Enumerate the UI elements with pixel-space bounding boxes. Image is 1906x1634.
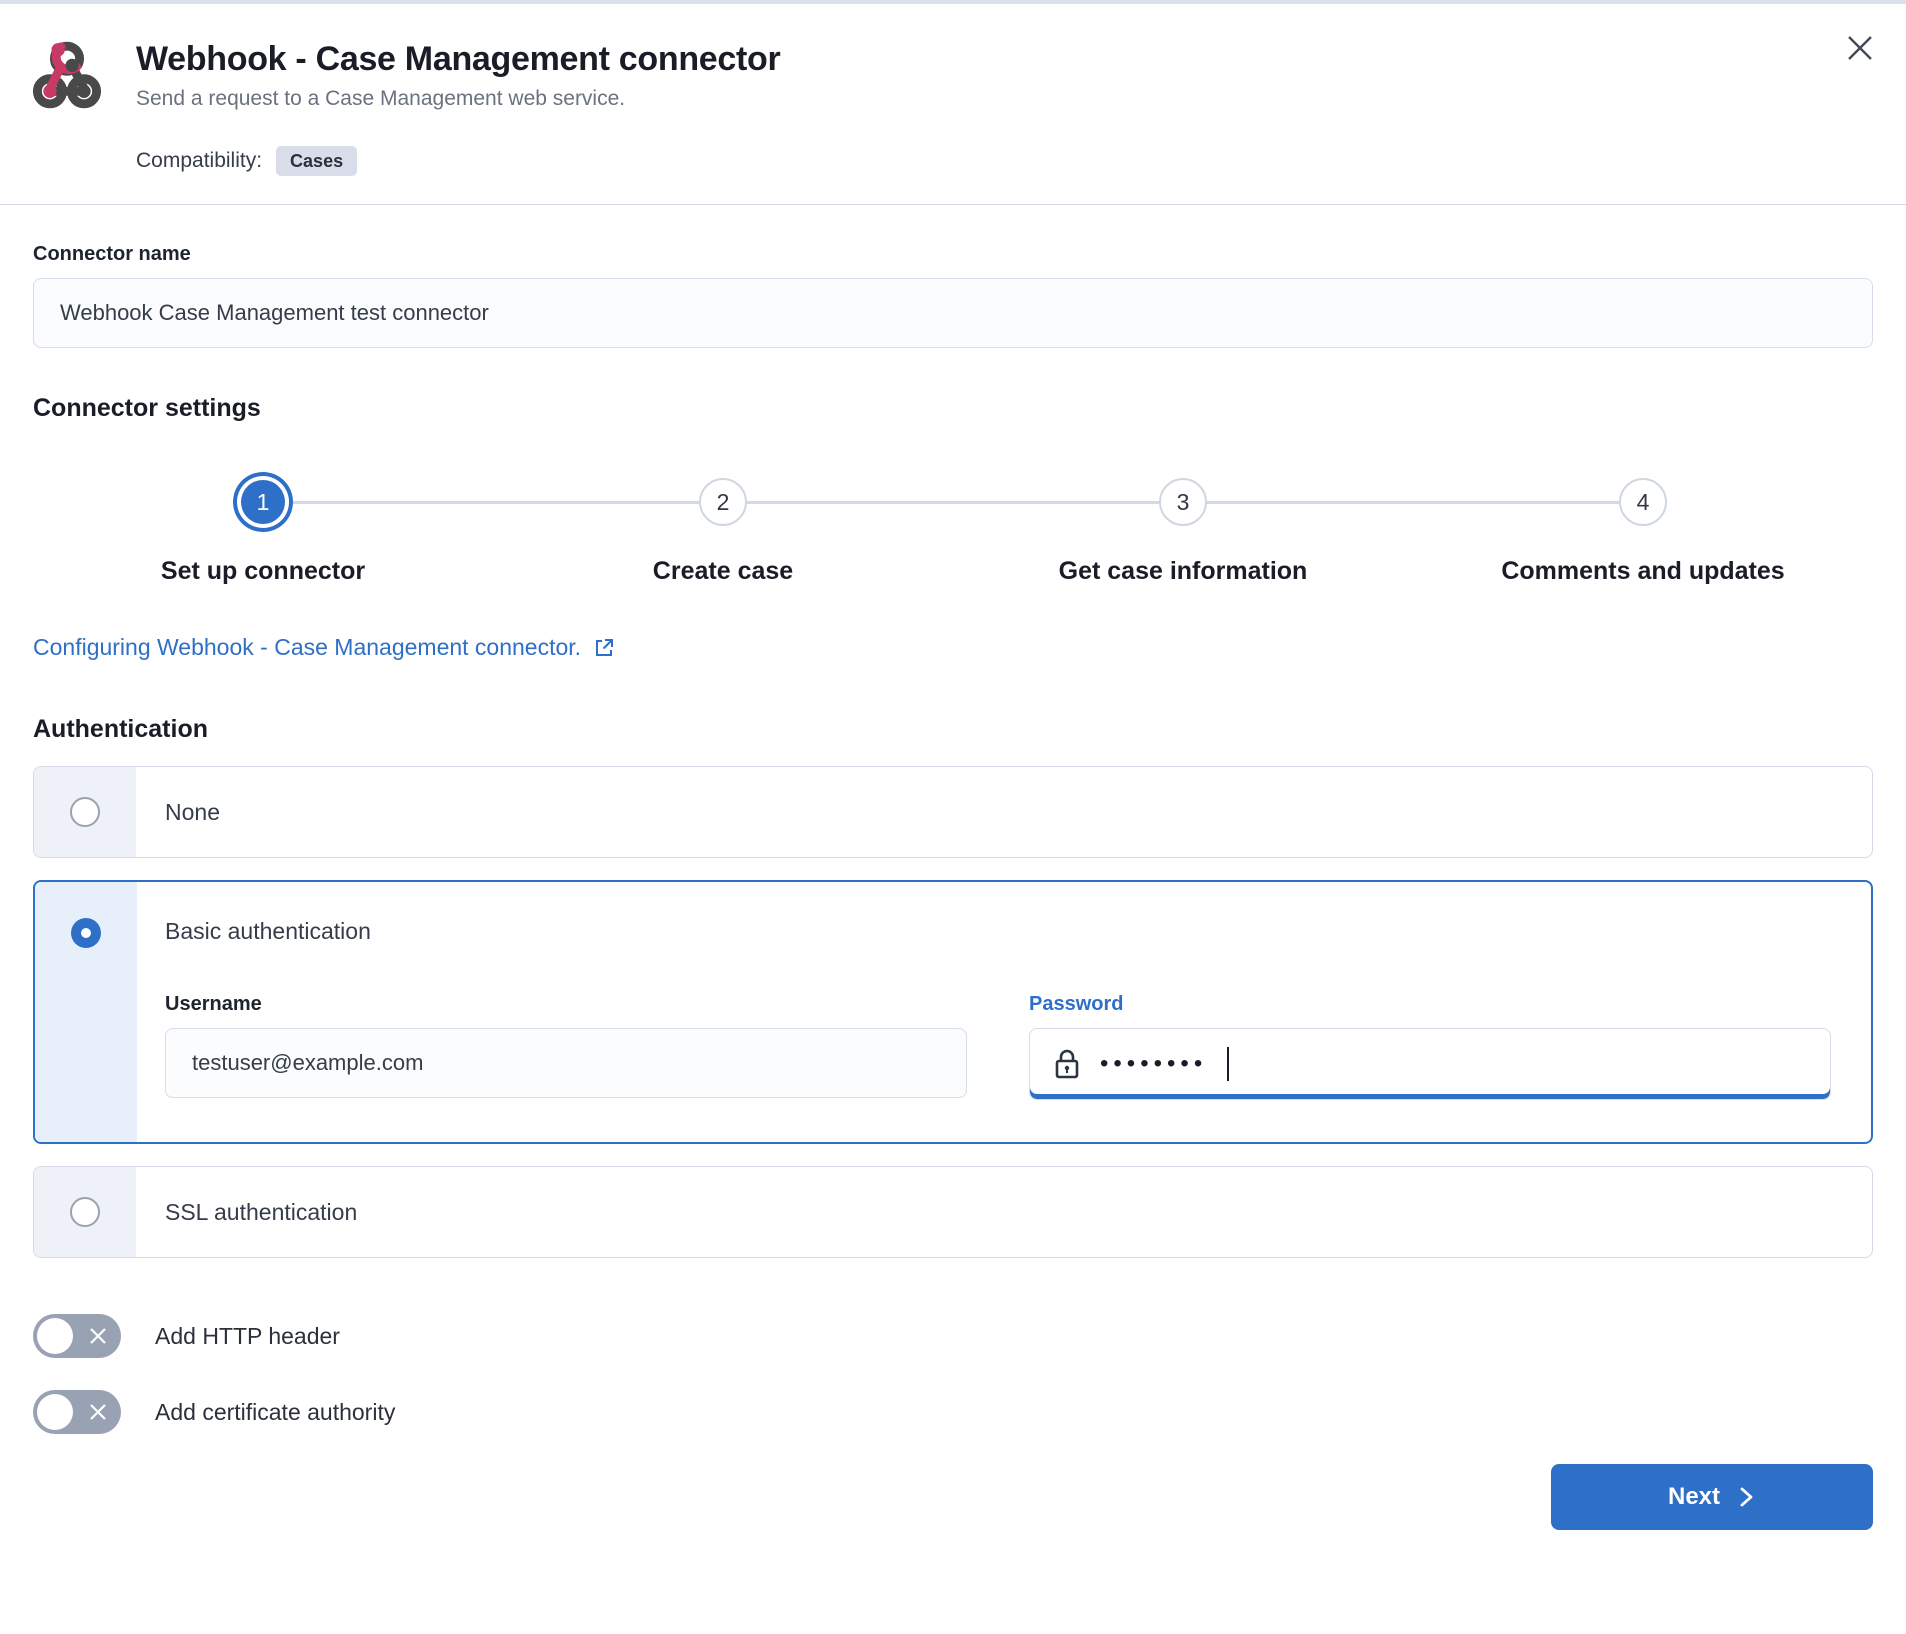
- step-indicator: 1 Set up connector 2 Create case 3 Get c…: [33, 469, 1873, 586]
- auth-basic-strip: [35, 882, 137, 1142]
- docs-link-label: Configuring Webhook - Case Management co…: [33, 634, 581, 661]
- close-icon[interactable]: [1838, 26, 1882, 70]
- step-create-case[interactable]: 2 Create case: [493, 469, 953, 586]
- add-certificate-authority-toggle[interactable]: [33, 1390, 121, 1434]
- toggle-knob: [37, 1318, 73, 1354]
- auth-basic-label: Basic authentication: [165, 918, 1831, 945]
- page-subtitle: Send a request to a Case Management web …: [136, 87, 780, 111]
- step-get-case-information[interactable]: 3 Get case information: [953, 469, 1413, 586]
- lock-icon: [1054, 1048, 1080, 1080]
- compatibility-label: Compatibility:: [136, 149, 262, 173]
- header-divider: [0, 204, 1906, 205]
- password-field[interactable]: ••••••••: [1029, 1028, 1831, 1100]
- step-comments-and-updates[interactable]: 4 Comments and updates: [1413, 469, 1873, 586]
- step-1-label: Set up connector: [161, 557, 365, 586]
- compatibility-badge: Cases: [276, 146, 357, 176]
- page-title: Webhook - Case Management connector: [136, 40, 780, 79]
- credentials-row: Username Password ••••••••: [165, 993, 1831, 1100]
- username-field[interactable]: [165, 1028, 967, 1098]
- step-1-circle[interactable]: 1: [241, 480, 285, 524]
- http-header-toggle-row: Add HTTP header: [33, 1314, 1873, 1358]
- step-2-circle[interactable]: 2: [699, 478, 747, 526]
- auth-option-none[interactable]: None: [33, 766, 1873, 858]
- step-3-circle[interactable]: 3: [1159, 478, 1207, 526]
- authentication-heading: Authentication: [33, 715, 1873, 744]
- auth-ssl-strip: [34, 1167, 136, 1257]
- webhook-icon: [30, 34, 104, 116]
- step-3-label: Get case information: [1059, 557, 1308, 586]
- next-button-label: Next: [1668, 1483, 1720, 1511]
- connector-name-input[interactable]: [33, 278, 1873, 348]
- flyout-body: Connector name Connector settings 1 Set …: [0, 243, 1906, 1542]
- radio-ssl[interactable]: [70, 1197, 100, 1227]
- password-label: Password: [1029, 993, 1831, 1016]
- connector-settings-heading: Connector settings: [33, 394, 1873, 423]
- step-4-circle[interactable]: 4: [1619, 478, 1667, 526]
- compatibility-row: Compatibility: Cases: [136, 146, 1866, 176]
- step-set-up-connector[interactable]: 1 Set up connector: [33, 469, 493, 586]
- auth-ssl-label: SSL authentication: [165, 1199, 357, 1226]
- http-header-toggle-label: Add HTTP header: [155, 1323, 340, 1350]
- docs-link[interactable]: Configuring Webhook - Case Management co…: [33, 634, 615, 661]
- certificate-authority-toggle-label: Add certificate authority: [155, 1399, 395, 1426]
- step-2-label: Create case: [653, 557, 793, 586]
- step-4-label: Comments and updates: [1501, 557, 1784, 586]
- connector-flyout: Webhook - Case Management connector Send…: [0, 4, 1906, 1634]
- toggle-off-x-icon: [88, 1326, 108, 1346]
- text-cursor: [1227, 1047, 1229, 1081]
- radio-none[interactable]: [70, 797, 100, 827]
- add-http-header-toggle[interactable]: [33, 1314, 121, 1358]
- radio-basic-selected[interactable]: [71, 918, 101, 948]
- connector-name-label: Connector name: [33, 243, 1873, 266]
- flyout-footer: Next: [33, 1464, 1873, 1542]
- username-label: Username: [165, 993, 967, 1016]
- certificate-authority-toggle-row: Add certificate authority: [33, 1390, 1873, 1434]
- chevron-right-icon: [1736, 1485, 1756, 1509]
- auth-option-basic[interactable]: Basic authentication Username Password: [33, 880, 1873, 1144]
- auth-none-strip: [34, 767, 136, 857]
- flyout-header: Webhook - Case Management connector Send…: [0, 4, 1906, 176]
- auth-option-ssl[interactable]: SSL authentication: [33, 1166, 1873, 1258]
- next-button[interactable]: Next: [1551, 1464, 1873, 1530]
- external-link-icon: [593, 637, 615, 659]
- toggle-off-x-icon: [88, 1402, 108, 1422]
- toggle-knob: [37, 1394, 73, 1430]
- auth-none-label: None: [165, 799, 220, 826]
- username-column: Username: [165, 993, 967, 1100]
- password-column: Password ••••••••: [1029, 993, 1831, 1100]
- password-masked-value: ••••••••: [1100, 1052, 1207, 1076]
- header-text: Webhook - Case Management connector Send…: [136, 40, 780, 111]
